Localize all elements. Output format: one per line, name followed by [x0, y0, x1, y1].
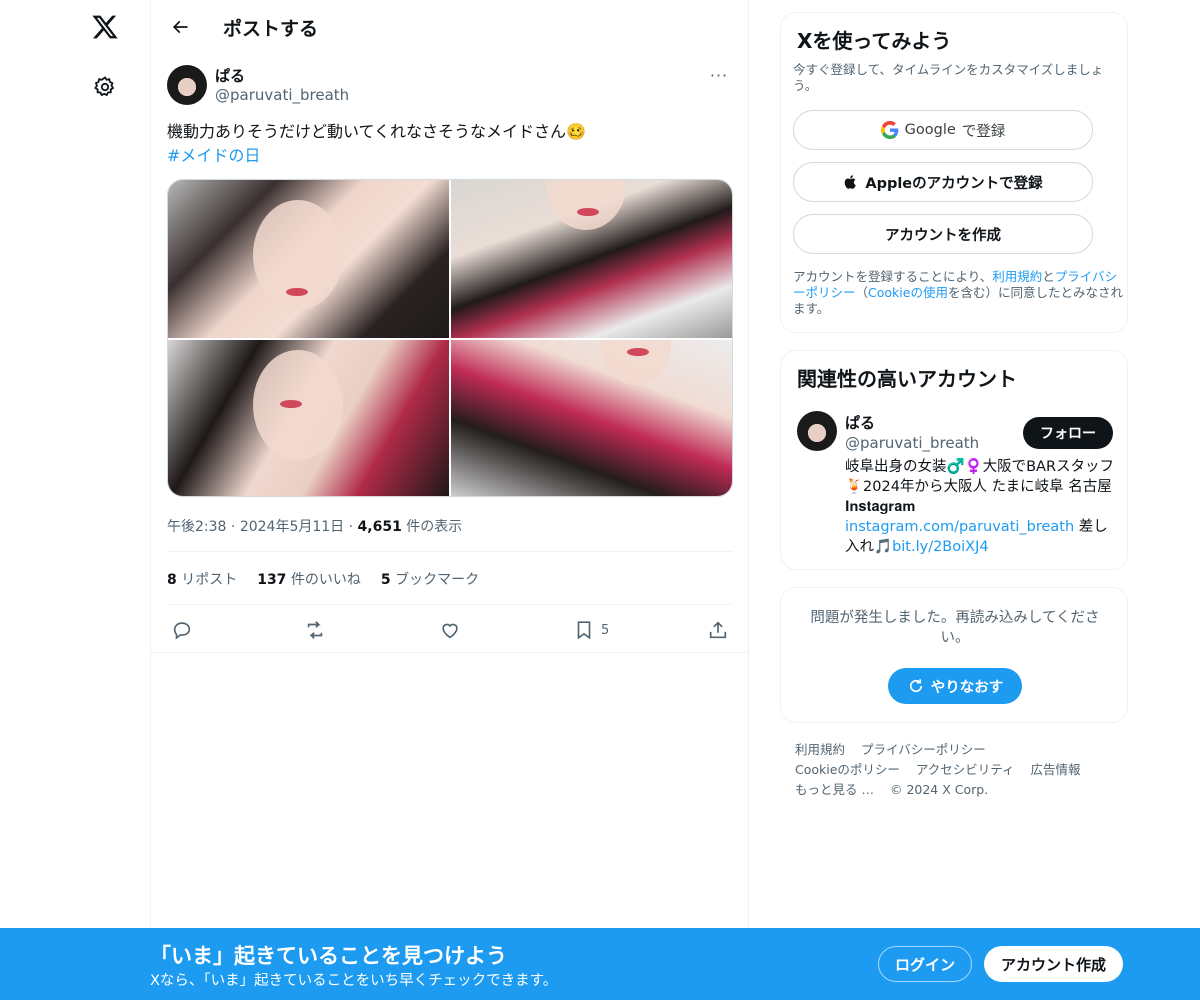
avatar[interactable] [167, 65, 207, 105]
footer-link[interactable]: アクセシビリティ [916, 762, 1015, 777]
footer: 利用規約 プライバシーポリシー Cookieのポリシー アクセシビリティ 広告情… [795, 740, 1115, 800]
avatar[interactable] [797, 411, 837, 451]
tweet-photo-3[interactable] [168, 340, 449, 496]
apple-signup-button[interactable]: Appleのアカウントで登録 [793, 162, 1093, 202]
follow-button[interactable]: フォロー [1023, 417, 1113, 449]
copyright: © 2024 X Corp. [889, 782, 989, 797]
create-account-button[interactable]: アカウントを作成 [793, 214, 1093, 254]
author-handle[interactable]: @paruvati_breath [215, 86, 349, 104]
back-button[interactable] [163, 10, 197, 44]
google-signup-label: で登録 [961, 123, 1006, 140]
google-icon [880, 121, 898, 139]
banner-subtitle: Xなら、「いま」起きていることをいち早くチェックできます。 [150, 973, 558, 989]
tweet-body: 機動力ありそうだけど動いてくれなさそうなメイドさん🥴 [167, 122, 586, 141]
retry-button[interactable]: やりなおす [888, 668, 1022, 704]
bookmark-button[interactable]: 5 [573, 618, 609, 642]
tweet-photo-1[interactable] [168, 180, 449, 338]
tweet-meta: 午後2:38 · 2024年5月11日 · 4,651 件の表示 [167, 519, 463, 535]
share-icon [709, 621, 727, 639]
bookmark-icon [577, 621, 591, 640]
bookmarks-stat[interactable]: 5 ブックマーク [381, 569, 479, 589]
tweet-stats: 8 リポスト 137 件のいいね 5 ブックマーク [167, 569, 479, 589]
tweet-time[interactable]: 午後2:38 [167, 519, 226, 535]
gear-icon[interactable] [91, 73, 119, 101]
signup-title: Xを使ってみよう [797, 29, 952, 53]
legal-notice: アカウントを登録することにより、利用規約とプライバシーポリシー（Cookieの使… [793, 269, 1123, 316]
tweet-photo-4[interactable] [451, 340, 732, 496]
arrow-left-icon [172, 20, 188, 34]
views-label: 件の表示 [406, 519, 463, 535]
tweet-date[interactable]: 2024年5月11日 [240, 519, 344, 535]
share-button[interactable] [707, 618, 729, 642]
apple-signup-label: Appleのアカウントで登録 [865, 175, 1043, 192]
divider [151, 652, 749, 653]
divider [167, 604, 733, 605]
x-logo-icon[interactable] [88, 10, 122, 44]
divider [167, 551, 733, 552]
bookmark-count: 5 [601, 622, 610, 638]
media-grid [167, 179, 733, 497]
more-options-button[interactable]: ··· [705, 66, 733, 90]
tweet-actions: 5 [167, 614, 733, 646]
views-count: 4,651 [357, 519, 402, 535]
tweet-author: ぱる @paruvati_breath ··· [167, 64, 733, 108]
retry-label: やりなおす [930, 679, 1004, 696]
error-message: 問題が発生しました。再読み込みしてください。 [810, 610, 1100, 646]
page-title: ポストする [223, 18, 319, 40]
google-brand: Google [904, 122, 956, 138]
signup-button[interactable]: アカウント作成 [984, 946, 1123, 982]
repost-button[interactable] [304, 618, 326, 642]
footer-link[interactable]: 利用規約 [795, 742, 845, 757]
reply-icon [173, 622, 191, 640]
reply-button[interactable] [171, 618, 193, 642]
reposts-stat[interactable]: 8 リポスト [167, 569, 237, 589]
bitly-link[interactable]: bit.ly/2BoiXJ4 [892, 539, 989, 555]
related-bio: 岐阜出身の女装♂️♀️大阪でBARスタッフ🍹2024年から大阪人 たまに岐阜 名… [845, 459, 1115, 555]
hashtag-link[interactable]: #メイドの日 [167, 144, 733, 168]
like-button[interactable] [439, 618, 461, 642]
bottom-banner: 「いま」起きていることを見つけよう Xなら、「いま」起きていることをいち早くチェ… [0, 928, 1200, 1000]
heart-icon [442, 623, 458, 639]
error-card: 問題が発生しました。再読み込みしてください。 やりなおす [780, 587, 1128, 723]
related-handle[interactable]: @paruvati_breath [845, 434, 979, 452]
related-accounts-card: 関連性の高いアカウント ぱる @paruvati_breath フォロー 岐阜出… [780, 350, 1128, 570]
banner-title: 「いま」起きていることを見つけよう [150, 944, 507, 968]
signup-card: Xを使ってみよう 今すぐ登録して、タイムラインをカスタマイズしましょう。 Goo… [780, 12, 1128, 333]
create-account-label: アカウントを作成 [885, 227, 1001, 244]
related-title: 関連性の高いアカウント [797, 367, 1017, 391]
cookie-link[interactable]: Cookieの使用 [868, 285, 948, 300]
google-signup-button[interactable]: Google で登録 [793, 110, 1093, 150]
likes-stat[interactable]: 137 件のいいね [257, 569, 361, 589]
repost-icon [307, 621, 323, 639]
related-name[interactable]: ぱる [845, 412, 875, 433]
left-nav [0, 0, 150, 1000]
terms-link[interactable]: 利用規約 [992, 269, 1042, 284]
footer-link[interactable]: Cookieのポリシー [795, 762, 900, 777]
login-button[interactable]: ログイン [878, 946, 972, 982]
apple-icon [845, 175, 857, 189]
footer-more-link[interactable]: もっと見る … [795, 782, 874, 797]
tweet-text: 機動力ありそうだけど動いてくれなさそうなメイドさん🥴 #メイドの日 [167, 120, 733, 168]
refresh-icon [909, 679, 922, 693]
tweet-photo-2[interactable] [451, 180, 732, 338]
main-column: ポストする ぱる @paruvati_breath ··· 機動力ありそうだけど… [150, 0, 749, 1000]
footer-link[interactable]: 広告情報 [1031, 762, 1081, 777]
footer-link[interactable]: プライバシーポリシー [861, 742, 986, 757]
author-name[interactable]: ぱる [215, 65, 245, 86]
signup-subtitle: 今すぐ登録して、タイムラインをカスタマイズしましょう。 [793, 62, 1104, 93]
instagram-link[interactable]: instagram.com/paruvati_breath [845, 519, 1074, 535]
